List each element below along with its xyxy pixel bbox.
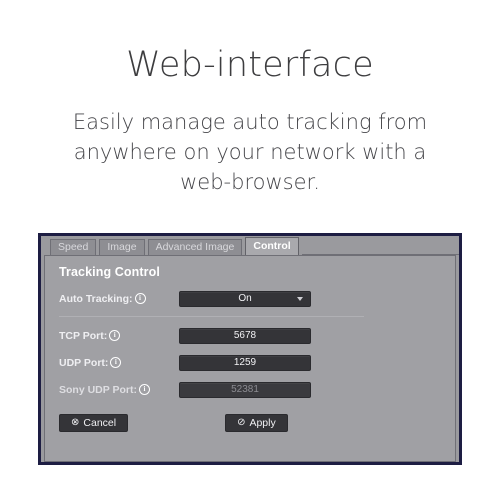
panel-body: Tracking Control Auto Tracking: On TCP P… [44, 255, 456, 462]
chevron-down-icon [297, 297, 303, 301]
auto-tracking-select[interactable]: On [179, 290, 311, 307]
udp-port-label: UDP Port: [59, 357, 179, 369]
tab-strip-filler [301, 239, 459, 255]
tab-speed[interactable]: Speed [50, 239, 97, 255]
tcp-port-label-text: TCP Port: [59, 329, 108, 342]
apply-button[interactable]: ⊘ Apply [225, 414, 288, 432]
page-title: Web-interface [126, 45, 374, 85]
form-row-tcp-port: TCP Port: 5678 [59, 327, 441, 344]
circle-x-icon: ⊗ [71, 417, 80, 428]
form-row-udp-port: UDP Port: 1259 [59, 354, 441, 371]
page-subtitle: Easily manage auto tracking from anywher… [72, 110, 428, 194]
auto-tracking-value: On [238, 293, 252, 304]
tcp-port-value: 5678 [233, 330, 257, 341]
sony-udp-port-value: 52381 [231, 384, 259, 395]
web-interface-panel: Speed Image Advanced Image Control Track… [38, 233, 462, 465]
form-row-auto-tracking: Auto Tracking: On [59, 290, 441, 307]
form-row-sony-udp-port: Sony UDP Port: 52381 [59, 381, 441, 398]
info-icon[interactable] [110, 357, 122, 368]
tcp-port-input[interactable]: 5678 [179, 327, 311, 344]
sony-udp-port-input: 52381 [179, 381, 311, 398]
tab-control[interactable]: Control [245, 237, 299, 255]
page-root: Web-interface Easily manage auto trackin… [0, 0, 500, 500]
button-row: ⊗ Cancel ⊘ Apply [59, 414, 441, 432]
info-icon[interactable] [138, 384, 150, 395]
section-divider [59, 316, 364, 317]
tab-image[interactable]: Image [99, 239, 145, 255]
tcp-port-label: TCP Port: [59, 330, 179, 342]
auto-tracking-label-text: Auto Tracking: [59, 292, 133, 305]
tab-control-label: Control [253, 240, 291, 252]
apply-button-label: Apply [249, 417, 276, 429]
cancel-button-label: Cancel [83, 417, 117, 429]
udp-port-label-text: UDP Port: [59, 356, 109, 369]
tab-strip: Speed Image Advanced Image Control [41, 236, 459, 255]
sony-udp-port-label: Sony UDP Port: [59, 384, 179, 396]
circle-check-icon: ⊘ [237, 417, 246, 428]
tab-advanced-image[interactable]: Advanced Image [147, 239, 243, 255]
udp-port-value: 1259 [233, 357, 257, 368]
tab-advanced-image-label: Advanced Image [155, 241, 235, 253]
tab-speed-label: Speed [58, 241, 89, 253]
udp-port-input[interactable]: 1259 [179, 354, 311, 371]
info-icon[interactable] [109, 330, 121, 341]
info-icon[interactable] [134, 293, 146, 304]
auto-tracking-label: Auto Tracking: [59, 293, 179, 305]
sony-udp-port-label-text: Sony UDP Port: [59, 383, 137, 396]
section-title: Tracking Control [59, 265, 160, 279]
tab-image-label: Image [107, 241, 137, 253]
headline-block: Web-interface Easily manage auto trackin… [0, 0, 500, 198]
cancel-button[interactable]: ⊗ Cancel [59, 414, 129, 432]
